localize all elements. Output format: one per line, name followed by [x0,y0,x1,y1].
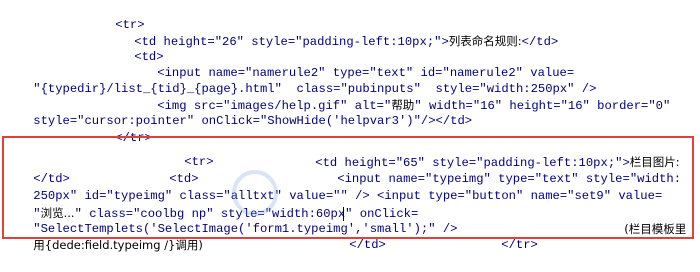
code-line: <img src="images/help.gif" alt="帮助" widt… [128,80,670,113]
code-line: <tr> [86,0,144,32]
code-text: </td> [349,238,386,252]
code-line: </tr> [86,113,152,145]
code-line: <input name="namerule2" type="text" id="… [128,48,574,80]
code-line: <td height="26" style="padding-left:10px… [105,16,558,49]
code-line: <td> [105,32,163,64]
code-text: </tr> [501,238,538,252]
code-text: <td height="26" style="padding-left:10px… [134,35,449,49]
code-chinese-text: 用{dede:field.typeimg /}调用) [33,238,203,252]
code-chinese-text: 列表命名规则: [448,34,522,48]
code-text: </td> [521,35,559,49]
highlight-box [2,136,694,239]
code-line: "{typedir}/list_{tid}_{page}.html" class… [4,64,596,96]
code-line: style="cursor:pointer" onClick="ShowHide… [4,96,472,128]
